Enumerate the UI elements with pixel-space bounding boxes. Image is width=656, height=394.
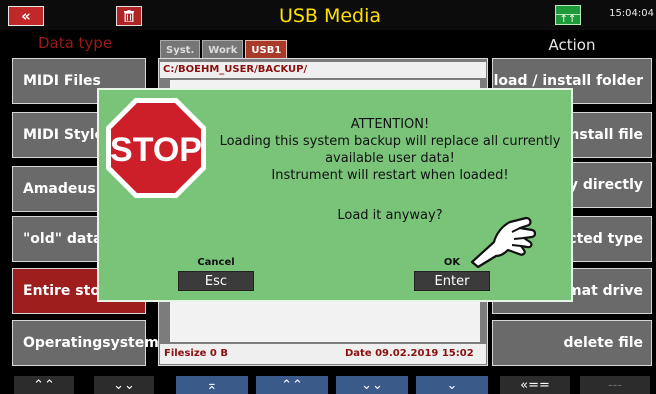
dialog-message: ATTENTION! Loading this system backup wi…	[210, 116, 570, 184]
action-label: load / install folder	[493, 73, 643, 89]
usb-indicator-label: ↑↑	[559, 14, 577, 25]
page-title: USB Media	[278, 5, 382, 27]
storage-tabs: Syst. Work USB1	[160, 40, 288, 60]
ok-enter-button[interactable]: Enter	[414, 271, 490, 291]
pointing-hand-icon	[470, 216, 537, 268]
tab-syst[interactable]: Syst.	[160, 40, 201, 60]
tab-usb1[interactable]: USB1	[245, 40, 288, 60]
stop-sign-text: STOP	[110, 131, 202, 169]
delete-file-button[interactable]: delete file	[492, 320, 652, 366]
current-path: C:/BOEHM_USER/BACKUP/	[160, 62, 486, 78]
action-label: delete file	[563, 335, 643, 351]
back-button[interactable]: «	[8, 6, 44, 26]
tab-work[interactable]: Work	[202, 40, 244, 60]
usb-indicator-icon: ↑↑	[555, 5, 581, 25]
list-bottom-button[interactable]: ⌄	[416, 376, 488, 394]
list-top-button[interactable]: ⌅	[176, 376, 248, 394]
stop-sign-icon: STOP	[106, 98, 206, 198]
filesize-label: Filesize 0 B	[164, 348, 228, 359]
list-page-down-button[interactable]: ⌄⌄	[336, 376, 408, 394]
data-type-label: "old" data	[23, 231, 103, 247]
data-type-label: Operatingsystem	[23, 335, 159, 351]
cancel-esc-button[interactable]: Esc	[178, 271, 254, 291]
data-type-operatingsystem[interactable]: Operatingsystem	[12, 320, 159, 366]
data-type-label: MIDI Files	[23, 73, 101, 89]
clock: 15:04:04	[609, 8, 654, 19]
empty-softkey: ---	[580, 376, 650, 394]
dialog-line: available user data!	[325, 151, 455, 166]
cancel-caption: Cancel	[197, 257, 235, 268]
date-label: Date 09.02.2019 15:02	[345, 348, 474, 359]
page-down-left-button[interactable]: ⌄⌄	[94, 376, 154, 394]
trash-icon	[124, 10, 134, 22]
data-type-header: Data type	[37, 34, 113, 52]
dialog-line: Instrument will restart when loaded!	[271, 168, 509, 183]
action-label: install file	[564, 127, 643, 143]
dialog-question: Load it anyway?	[337, 208, 443, 223]
list-page-up-button[interactable]: ⌃⌃	[256, 376, 328, 394]
dialog-line: Loading this system backup will replace …	[219, 134, 561, 149]
page-up-left-button[interactable]: ⌃⌃	[14, 376, 74, 394]
action-header: Action	[548, 36, 596, 54]
trash-button[interactable]	[116, 6, 142, 26]
parent-folder-button[interactable]: «==	[500, 376, 570, 394]
dialog-line: ATTENTION!	[350, 117, 430, 132]
